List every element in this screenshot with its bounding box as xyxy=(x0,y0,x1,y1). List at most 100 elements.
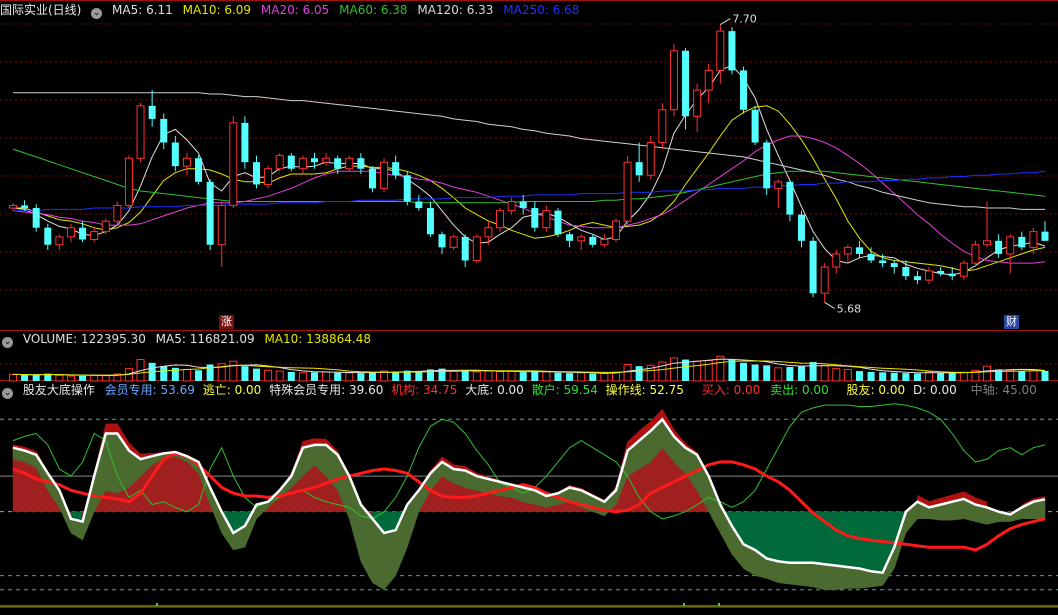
volume-bar xyxy=(855,371,863,381)
candle-body xyxy=(867,253,875,261)
badge-zhang[interactable]: 涨 xyxy=(219,315,234,329)
volume-bar xyxy=(913,373,921,381)
candle-body xyxy=(415,201,423,209)
indicator-plot xyxy=(0,403,1058,607)
volume-ma10-line xyxy=(12,360,1046,376)
chevron-down-icon[interactable]: ⌄ xyxy=(2,388,13,399)
volume-bar xyxy=(264,369,273,382)
candle-body xyxy=(392,162,400,176)
candle-body xyxy=(611,220,620,240)
candle-body xyxy=(809,240,817,294)
candle-body xyxy=(1018,236,1026,248)
candle-body xyxy=(1041,231,1049,241)
candle-body xyxy=(124,157,133,206)
candle-body xyxy=(937,270,945,274)
badge-cai[interactable]: 财 xyxy=(1004,315,1019,329)
indicator-band xyxy=(244,504,257,548)
candle-body xyxy=(774,181,783,189)
volume-bar xyxy=(959,371,968,382)
chevron-down-icon[interactable]: ⌄ xyxy=(91,8,103,19)
volume-bar xyxy=(182,368,191,382)
indicator-band xyxy=(824,563,837,591)
ma-line-ma120 xyxy=(13,92,1045,210)
volume-bar xyxy=(531,371,539,381)
candle-body xyxy=(1006,236,1015,255)
candle-body xyxy=(566,234,574,241)
candle-body xyxy=(751,109,759,143)
volume-bar xyxy=(716,355,725,382)
volume-bar xyxy=(415,371,423,381)
candle-body xyxy=(554,210,562,235)
volume-bar xyxy=(589,373,597,381)
ma-legend-4: MA120: 6.33 xyxy=(417,3,494,17)
volume-ma5-line xyxy=(12,358,1046,377)
candle-body xyxy=(368,168,376,189)
chevron-down-icon[interactable]: ⌄ xyxy=(2,337,13,348)
candle-body xyxy=(241,122,249,163)
candle-body xyxy=(589,236,597,245)
candle-body xyxy=(623,161,632,222)
volume-bar xyxy=(669,357,678,382)
low-marker-line xyxy=(824,301,835,309)
volume-bar xyxy=(310,372,318,381)
volume-bar xyxy=(577,372,586,382)
indicator-fill xyxy=(778,511,791,564)
candle-body xyxy=(148,105,156,119)
candle-body xyxy=(797,214,805,241)
volume-bar xyxy=(357,373,365,381)
candle-body xyxy=(484,227,493,238)
indicator-legend-5: 散户: 59.54 xyxy=(531,383,598,397)
candle-body xyxy=(253,162,261,185)
ma-line-ma10 xyxy=(13,105,1046,272)
volume-bar xyxy=(461,370,469,381)
candle-body xyxy=(79,227,87,240)
volume-bar xyxy=(658,361,667,382)
candle-body xyxy=(195,158,203,182)
candle-body xyxy=(820,266,829,294)
candle-body xyxy=(32,208,40,228)
indicator-legend-7: 买入: 0.00 xyxy=(701,383,761,397)
volume-bar xyxy=(542,371,551,382)
volume-bar xyxy=(902,373,910,381)
volume-bar xyxy=(1018,371,1026,381)
indicator-fill xyxy=(836,511,849,568)
candle-body xyxy=(206,181,214,245)
candle-body xyxy=(577,236,586,242)
volume-panel-header: ⌄ VOLUME: 122395.30 MA5: 116821.09 MA10:… xyxy=(0,331,377,348)
volume-bar xyxy=(600,372,609,382)
indicator-legend-3: 机构: 34.75 xyxy=(391,383,458,397)
candle-body xyxy=(357,158,365,169)
volume-bar xyxy=(797,366,805,381)
volume-bar xyxy=(786,366,794,381)
volume-ma-lines xyxy=(12,358,1046,377)
candle-body xyxy=(728,31,736,71)
indicator-panel-header: ⌄ 股友大底操作 会员专用: 53.69 逃亡: 0.00 特殊会员专用: 39… xyxy=(0,382,1043,399)
volume-bar xyxy=(55,374,64,382)
volume-bar xyxy=(763,365,771,381)
volume-bar xyxy=(253,368,261,381)
indicator-fill xyxy=(789,511,802,564)
low-price-label: 5.68 xyxy=(837,302,862,315)
ma-legend-3: MA60: 6.38 xyxy=(339,3,408,17)
candle-body xyxy=(275,155,284,170)
candle-body xyxy=(472,236,481,261)
candle-body xyxy=(983,240,992,246)
candle-body xyxy=(449,236,458,248)
candle-body xyxy=(160,118,168,143)
indicator-legend-2: 特殊会员专用: 39.60 xyxy=(269,383,384,397)
indicator-fill xyxy=(766,511,779,562)
volume-bar xyxy=(635,366,643,381)
indicator-fill xyxy=(824,511,837,566)
candle-body xyxy=(217,204,226,246)
candle-body xyxy=(66,227,75,238)
volume-legend-1: MA5: 116821.09 xyxy=(155,332,255,346)
candle-body xyxy=(635,162,643,176)
candle-body xyxy=(682,50,690,117)
candle-body xyxy=(345,157,354,170)
candle-body xyxy=(693,89,702,117)
volume-bar xyxy=(948,372,956,381)
candle-body xyxy=(171,142,179,167)
candle-body xyxy=(426,208,434,235)
candle-body xyxy=(519,201,527,209)
stock-chart-canvas: 7.70 5.68 xyxy=(0,0,1058,608)
